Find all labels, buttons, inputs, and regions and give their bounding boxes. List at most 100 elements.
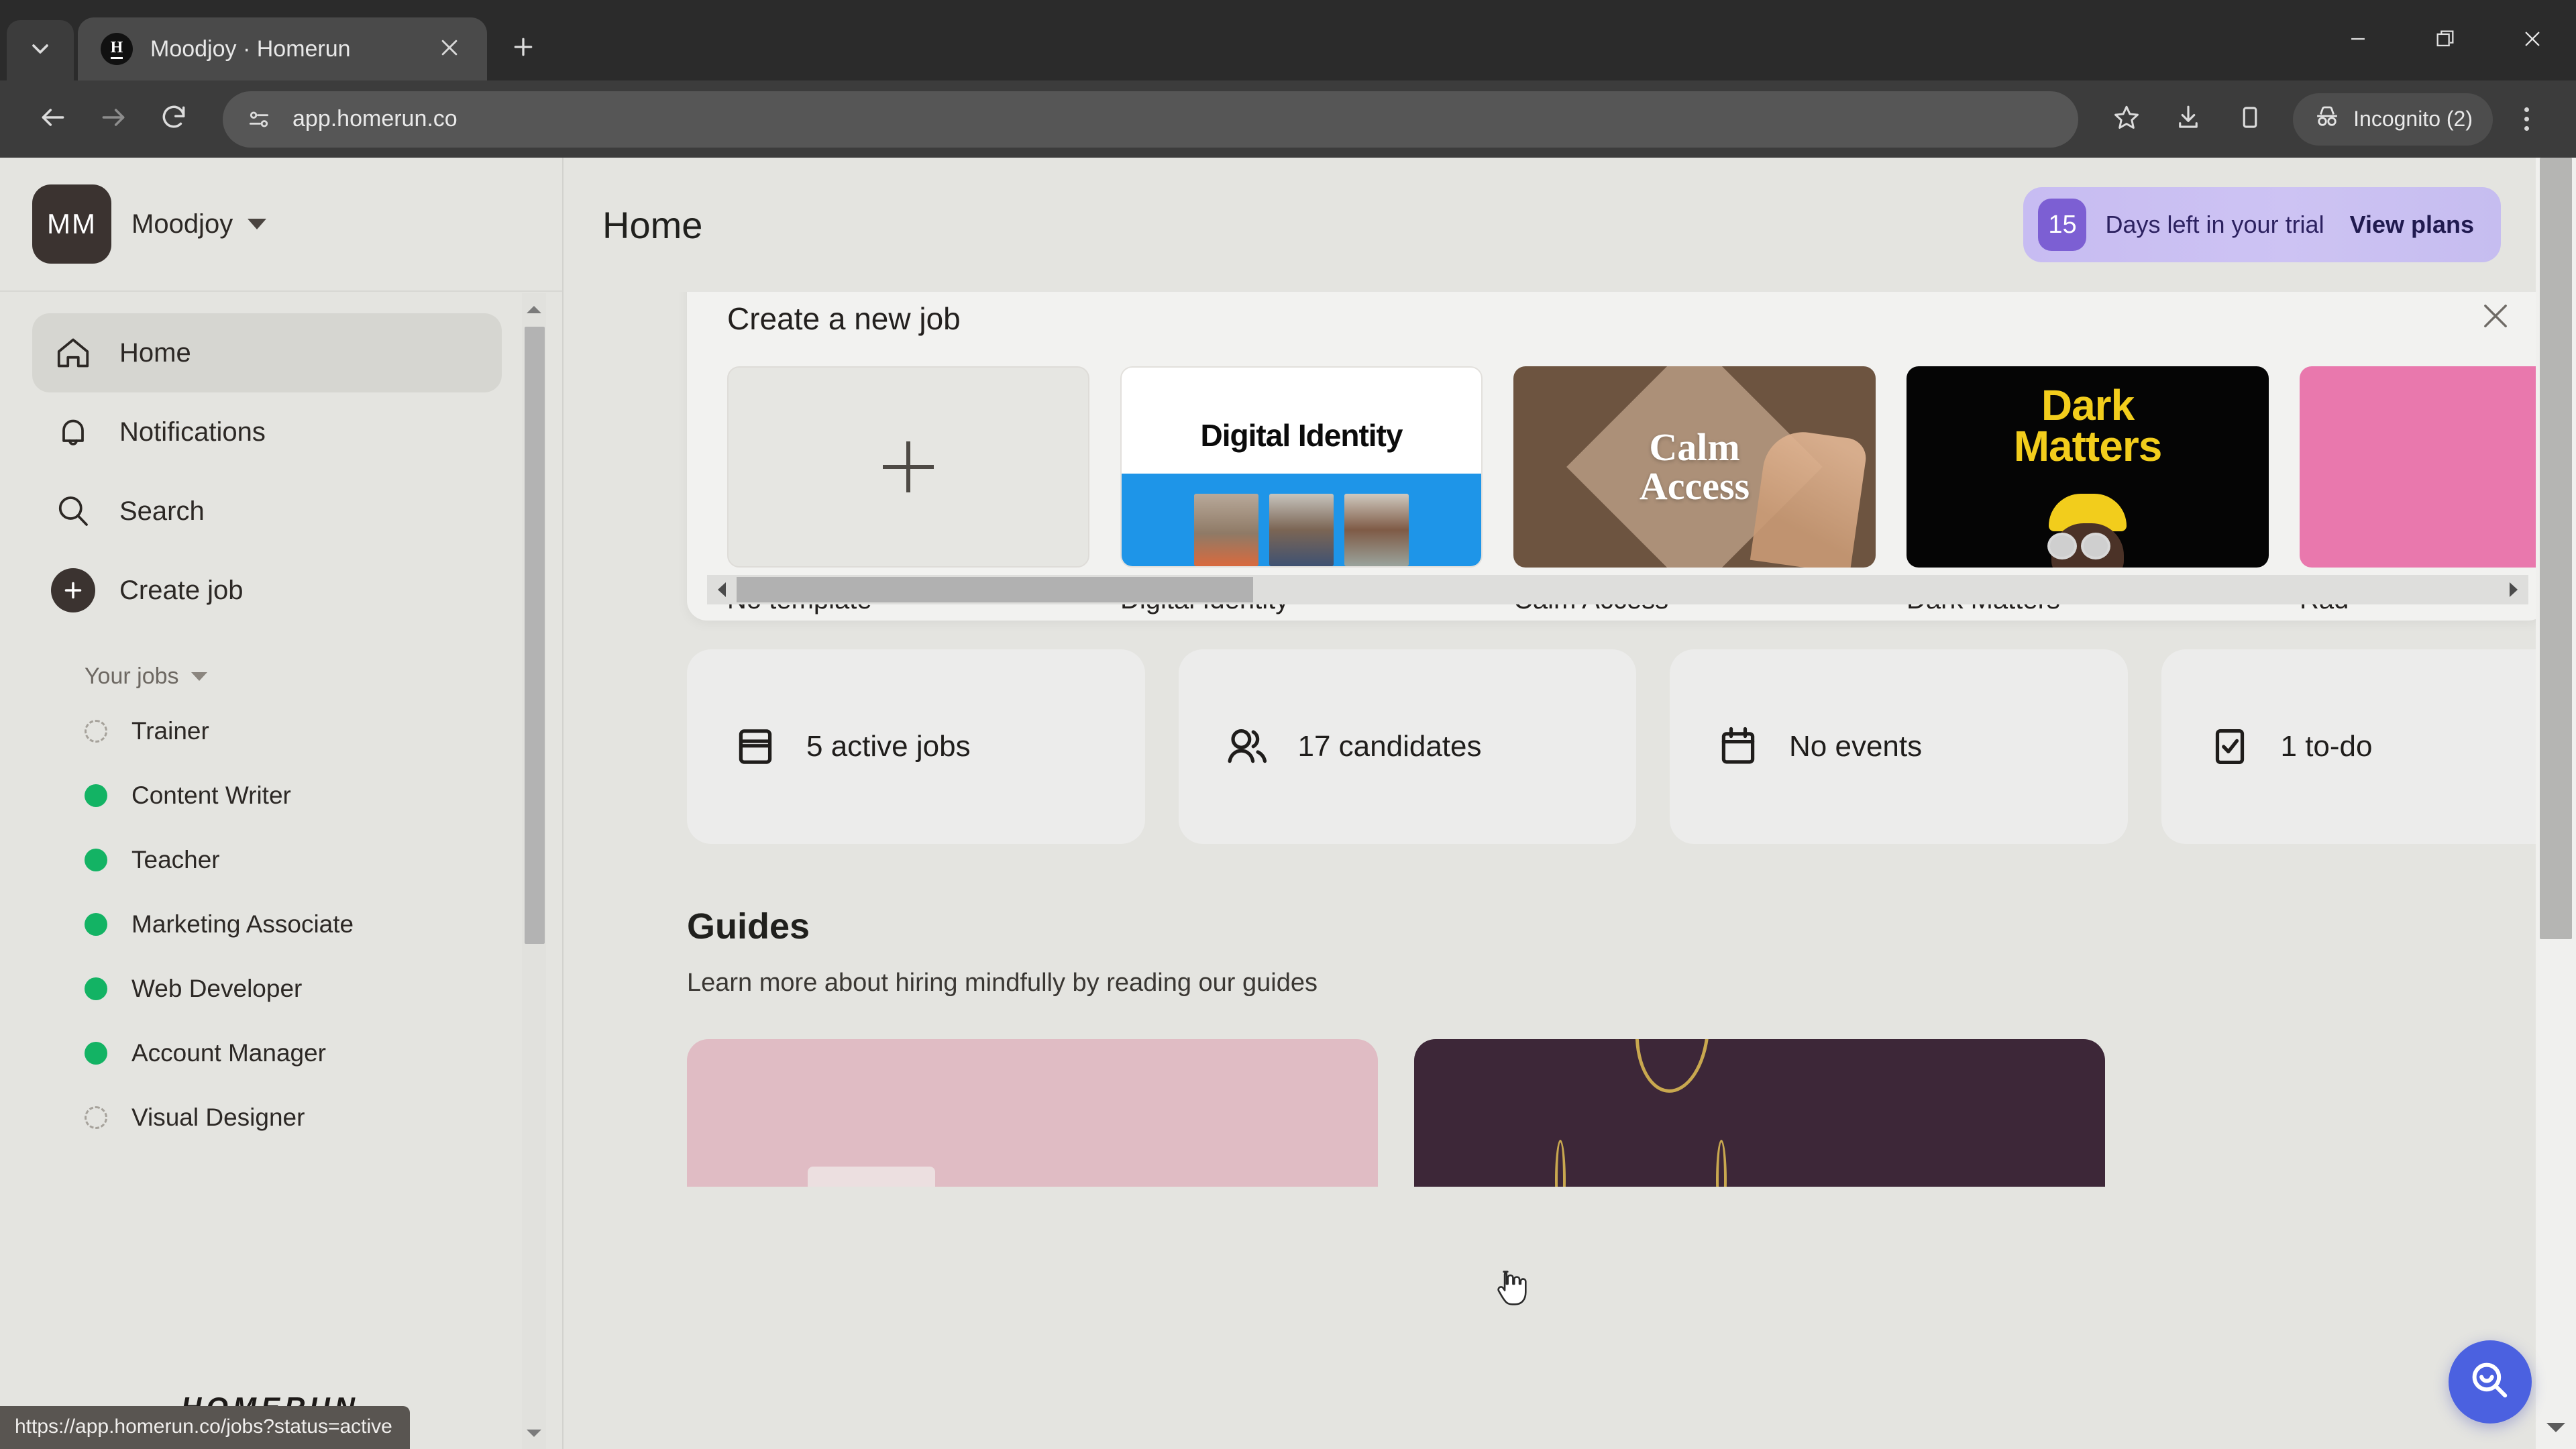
- template-thumb-title: Calm Access: [1639, 425, 1750, 508]
- sidebar-item-label: Create job: [119, 575, 244, 605]
- sidebar-nav: Home Notifications Search Create job You…: [0, 293, 562, 1150]
- scroll-down-arrow-icon[interactable]: [522, 1421, 546, 1445]
- panel-close-button[interactable]: [2475, 297, 2516, 338]
- reload-button[interactable]: [144, 89, 204, 150]
- new-tab-button[interactable]: [498, 23, 549, 74]
- forward-button[interactable]: [83, 89, 144, 150]
- template-thumb-band: [1122, 474, 1481, 566]
- sidebar-item-create-job[interactable]: Create job: [32, 551, 502, 630]
- sparkle-decoration: [1631, 1039, 1714, 1095]
- browser-menu-button[interactable]: [2500, 91, 2553, 148]
- job-label: Content Writer: [131, 782, 291, 809]
- stat-card-events[interactable]: No events: [1670, 649, 2128, 844]
- stat-card-candidates[interactable]: 17 candidates: [1178, 649, 1636, 844]
- create-new-job-panel: Create a new job No templat: [687, 292, 2536, 621]
- tab-strip: H Moodjoy · Homerun: [0, 0, 2576, 80]
- template-thumbnail: Dark Matters: [1907, 366, 2269, 568]
- trial-text: Days left in your trial: [2105, 211, 2324, 238]
- page-scrollbar-thumb[interactable]: [2540, 158, 2572, 939]
- job-label: Trainer: [131, 717, 209, 745]
- job-list-item[interactable]: Marketing Associate: [32, 892, 562, 957]
- trial-days-badge: 15: [2038, 199, 2087, 251]
- sidebar-item-notifications[interactable]: Notifications: [32, 392, 502, 472]
- address-bar-url: app.homerun.co: [292, 106, 458, 131]
- tab-search-button[interactable]: [7, 20, 74, 80]
- downloads-button[interactable]: [2160, 91, 2216, 148]
- page-title: Home: [602, 203, 703, 246]
- job-list-item[interactable]: Trainer: [32, 699, 562, 763]
- job-list-item[interactable]: Web Developer: [32, 957, 562, 1021]
- panel-title: Create a new job: [727, 301, 961, 336]
- stat-card-active-jobs[interactable]: 5 active jobs: [687, 649, 1145, 844]
- site-settings-icon[interactable]: [240, 101, 278, 138]
- scroll-up-arrow-icon[interactable]: [522, 297, 546, 321]
- tab-title: Moodjoy · Homerun: [150, 36, 351, 62]
- tab-close-button[interactable]: [431, 30, 468, 68]
- org-name: Moodjoy: [131, 209, 233, 239]
- floating-search-button[interactable]: [2449, 1340, 2532, 1424]
- minimize-icon: [2347, 28, 2369, 54]
- portrait-thumb: [1194, 494, 1258, 566]
- sidebar-item-search[interactable]: Search: [32, 472, 502, 551]
- templates-horizontal-scrollbar[interactable]: [707, 575, 2528, 604]
- job-label: Web Developer: [131, 975, 303, 1002]
- stat-label: 1 to-do: [2280, 730, 2373, 763]
- view-plans-link[interactable]: View plans: [2350, 211, 2474, 239]
- home-icon: [51, 331, 95, 375]
- trial-banner[interactable]: 15 Days left in your trial View plans: [2023, 187, 2501, 262]
- job-list-item[interactable]: Teacher: [32, 828, 562, 892]
- bookmark-button[interactable]: [2098, 91, 2155, 148]
- browser-tab[interactable]: H Moodjoy · Homerun: [78, 17, 487, 80]
- scrollbar-track[interactable]: [737, 575, 2499, 604]
- guide-card[interactable]: [687, 1039, 1378, 1187]
- job-label: Visual Designer: [131, 1104, 305, 1131]
- sidebar-item-label: Home: [119, 337, 191, 368]
- portrait-thumb: [1269, 494, 1334, 566]
- scroll-left-arrow-icon[interactable]: [707, 575, 737, 604]
- address-bar[interactable]: app.homerun.co: [223, 91, 2079, 148]
- minimize-button[interactable]: [2314, 0, 2402, 80]
- restore-icon: [2434, 28, 2457, 54]
- status-dot-active: [85, 784, 107, 807]
- side-panel-button[interactable]: [2222, 91, 2278, 148]
- job-list-item[interactable]: Account Manager: [32, 1021, 562, 1085]
- sidebar-item-home[interactable]: Home: [32, 313, 502, 392]
- sidebar-scrollbar[interactable]: [522, 293, 546, 1449]
- close-icon: [438, 36, 461, 62]
- scroll-down-arrow-icon[interactable]: [2536, 1407, 2576, 1448]
- sidebar-scrollbar-thumb[interactable]: [525, 327, 545, 944]
- status-dot-active: [85, 849, 107, 871]
- chevron-down-icon: [27, 36, 54, 66]
- plus-icon: [883, 441, 934, 492]
- status-bar-url: https://app.homerun.co/jobs?status=activ…: [0, 1406, 410, 1449]
- status-dot-active: [85, 913, 107, 936]
- back-button[interactable]: [23, 89, 83, 150]
- incognito-label: Incognito (2): [2353, 107, 2473, 131]
- job-label: Teacher: [131, 846, 220, 873]
- org-switcher[interactable]: MM Moodjoy: [0, 158, 562, 292]
- plus-circle-icon: [51, 568, 95, 612]
- job-list-item[interactable]: Visual Designer: [32, 1085, 562, 1150]
- favicon-homerun-icon: H: [101, 33, 133, 65]
- incognito-icon: [2313, 103, 2353, 136]
- side-panel-icon: [2236, 103, 2264, 135]
- status-dot-draft: [85, 720, 107, 743]
- guide-card[interactable]: [1414, 1039, 2105, 1187]
- scroll-right-arrow-icon[interactable]: [2499, 575, 2528, 604]
- your-jobs-header[interactable]: Your jobs: [85, 663, 562, 690]
- reload-icon: [159, 103, 189, 136]
- template-thumbnail: Digital Identity: [1120, 366, 1483, 568]
- page-scrollbar[interactable]: [2536, 158, 2576, 1449]
- maximize-button[interactable]: [2402, 0, 2489, 80]
- job-list-item[interactable]: Content Writer: [32, 763, 562, 828]
- stat-card-todo[interactable]: 1 to-do: [2161, 649, 2536, 844]
- checkbox-icon: [2203, 720, 2257, 773]
- stat-label: 17 candidates: [1297, 730, 1482, 763]
- close-window-button[interactable]: [2489, 0, 2576, 80]
- stat-label: 5 active jobs: [806, 730, 971, 763]
- incognito-indicator[interactable]: Incognito (2): [2293, 93, 2493, 146]
- chevron-down-icon: [248, 219, 267, 229]
- favicon-letter: H: [110, 40, 123, 59]
- person-illustration: [2039, 494, 2136, 568]
- scrollbar-thumb[interactable]: [737, 577, 1253, 602]
